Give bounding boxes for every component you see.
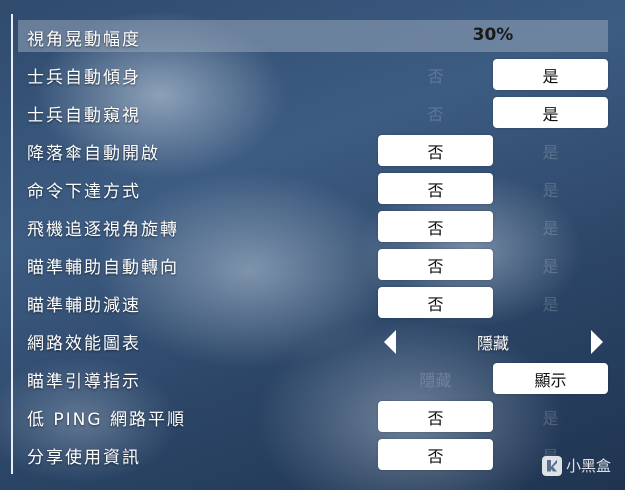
option-on[interactable]: 是 (493, 59, 608, 90)
option-off[interactable]: 否 (378, 97, 493, 128)
settings-list: 視角晃動幅度 30% 士兵自動傾身 否 是 士兵自動窺視 否 是 降落傘自動開啟… (18, 19, 610, 475)
watermark-text: 小黑盒 (565, 457, 611, 475)
setting-label: 士兵自動傾身 (27, 68, 141, 88)
setting-label: 低 PING 網路平順 (27, 410, 186, 430)
option-off[interactable]: 否 (378, 287, 493, 318)
setting-label: 視角晃動幅度 (27, 30, 141, 50)
setting-row-low-ping-smoothing[interactable]: 低 PING 網路平順 否 是 (18, 399, 610, 437)
option-on[interactable]: 是 (493, 135, 608, 166)
option-show[interactable]: 顯示 (493, 363, 608, 394)
option-on[interactable]: 是 (493, 249, 608, 280)
setting-label: 瞄準輔助減速 (27, 296, 141, 316)
setting-row-auto-parachute[interactable]: 降落傘自動開啟 否 是 (18, 133, 610, 171)
setting-row-network-graph[interactable]: 網路效能圖表 隱藏 (18, 323, 610, 361)
watermark: 小黑盒 (541, 455, 611, 476)
option-off[interactable]: 否 (378, 59, 493, 90)
setting-row-aim-assist-turn[interactable]: 瞄準輔助自動轉向 否 是 (18, 247, 610, 285)
option-off[interactable]: 否 (378, 135, 493, 166)
arrow-left-icon[interactable] (384, 330, 396, 354)
setting-row-auto-lean[interactable]: 士兵自動傾身 否 是 (18, 57, 610, 95)
option-off[interactable]: 否 (378, 439, 493, 470)
setting-label: 士兵自動窺視 (27, 106, 141, 126)
option-on[interactable]: 是 (493, 173, 608, 204)
option-off[interactable]: 否 (378, 211, 493, 242)
option-off[interactable]: 否 (378, 173, 493, 204)
option-on[interactable]: 是 (493, 401, 608, 432)
setting-label: 飛機追逐視角旋轉 (27, 220, 179, 240)
left-accent-bar (11, 14, 13, 474)
option-on[interactable]: 是 (493, 97, 608, 128)
arrow-right-icon[interactable] (591, 330, 603, 354)
setting-label: 瞄準輔助自動轉向 (27, 258, 179, 278)
option-on[interactable]: 是 (493, 211, 608, 242)
setting-label: 降落傘自動開啟 (27, 144, 160, 164)
setting-row-view-shake[interactable]: 視角晃動幅度 30% (18, 19, 610, 57)
option-hide[interactable]: 隱藏 (378, 363, 493, 394)
setting-label: 網路效能圖表 (27, 334, 141, 354)
setting-row-auto-peek[interactable]: 士兵自動窺視 否 是 (18, 95, 610, 133)
xiaoheihe-logo-icon (541, 455, 562, 476)
setting-row-aim-assist-slowdown[interactable]: 瞄準輔助減速 否 是 (18, 285, 610, 323)
option-on[interactable]: 是 (493, 287, 608, 318)
option-off[interactable]: 否 (378, 401, 493, 432)
setting-row-share-usage[interactable]: 分享使用資訊 否 是 (18, 437, 610, 475)
setting-row-command-method[interactable]: 命令下達方式 否 是 (18, 171, 610, 209)
setting-row-aim-guide[interactable]: 瞄準引導指示 隱藏 顯示 (18, 361, 610, 399)
option-off[interactable]: 否 (378, 249, 493, 280)
setting-label: 分享使用資訊 (27, 448, 141, 468)
view-shake-value[interactable]: 30% (378, 25, 608, 45)
setting-label: 命令下達方式 (27, 182, 141, 202)
setting-row-plane-chase-rotation[interactable]: 飛機追逐視角旋轉 否 是 (18, 209, 610, 247)
network-graph-value: 隱藏 (476, 334, 509, 353)
setting-label: 瞄準引導指示 (27, 372, 141, 392)
